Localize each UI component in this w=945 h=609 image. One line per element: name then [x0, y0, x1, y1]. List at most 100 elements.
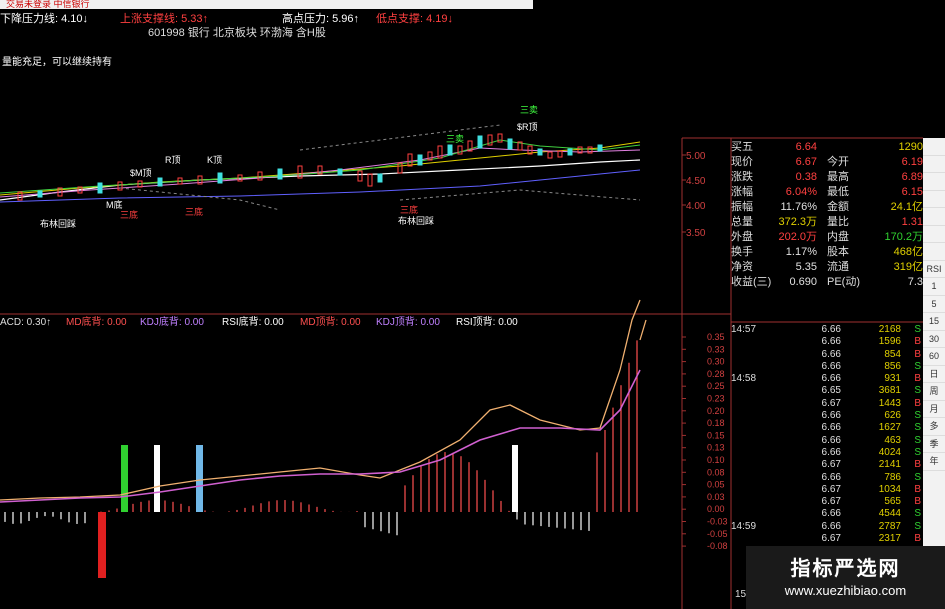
tick-p: 6.66: [821, 434, 841, 446]
sub-y-tick: 0.35: [707, 332, 725, 342]
quote-k2: [817, 140, 867, 155]
tick-s: S: [914, 434, 921, 446]
candle: [557, 150, 563, 158]
tick-t: 14:59: [731, 520, 757, 532]
quote-v1: 11.76%: [780, 201, 818, 213]
quote-k1: 总量: [731, 216, 753, 228]
chart-annotation: 三卖: [446, 134, 464, 144]
tick-s: B: [914, 459, 921, 471]
sub-y-tick: 0.05: [707, 480, 725, 490]
toolbar-button[interactable]: RSI: [923, 261, 945, 278]
tick-t: [731, 385, 801, 397]
candle: [447, 144, 453, 156]
tick-v: 1034: [878, 483, 901, 495]
toolbar-button[interactable]: [923, 138, 945, 156]
toolbar-button[interactable]: [923, 243, 945, 261]
chart-annotation: 三卖: [520, 105, 538, 115]
toolbar-button[interactable]: 1: [923, 278, 945, 296]
quote-k2: 最高: [827, 171, 849, 183]
toolbar-button[interactable]: 季: [923, 436, 945, 453]
quote-row: 现价 6.67 今开 6.19: [731, 155, 923, 170]
tick-v: 565: [884, 496, 901, 508]
toolbar-button[interactable]: [923, 191, 945, 208]
tick-p: 6.66: [821, 471, 841, 483]
tick-p: 6.66: [821, 324, 841, 335]
tick-row: 6.66 856 S: [731, 361, 923, 373]
tick-row: 6.66 1627 S: [731, 422, 923, 434]
sub-y-tick: 0.08: [707, 467, 725, 477]
watermark: 指标严选网 www.xuezhibiao.com: [746, 546, 945, 609]
quote-k2: 金额: [827, 201, 849, 213]
tick-p: 6.66: [821, 508, 841, 520]
toolbar-button[interactable]: 周: [923, 383, 945, 401]
quote-row: 涨幅 6.04% 最低 6.15: [731, 185, 923, 200]
trend-line: [299, 124, 501, 151]
indicator-label: MD顶背: 0.00: [300, 315, 361, 328]
toolbar-button[interactable]: [923, 226, 945, 243]
main-y-tick: 4.00: [686, 201, 706, 212]
toolbar-button[interactable]: [923, 173, 945, 191]
toolbar-button[interactable]: 30: [923, 331, 945, 348]
quote-k1: 换手: [731, 246, 753, 258]
quote-v1: 6.67: [795, 156, 817, 168]
tick-t: [731, 410, 801, 422]
sub-y-tick: -0.08: [707, 541, 728, 551]
main-y-tick: 3.50: [686, 228, 706, 239]
right-toolbar[interactable]: RSI 1 5 15 30 60 日周月多季年: [923, 138, 945, 558]
tick-v: 4544: [878, 508, 901, 520]
chart-annotation: 布林回踩: [398, 215, 434, 226]
tick-p: 6.66: [821, 422, 841, 434]
toolbar-button[interactable]: 年: [923, 453, 945, 471]
tick-v: 3681: [878, 385, 901, 397]
tick-s: S: [914, 385, 921, 397]
quote-v1: 0.38: [795, 171, 817, 183]
tick-t: [731, 447, 801, 459]
tick-p: 6.66: [821, 360, 841, 372]
quote-k2: 股本: [827, 246, 849, 258]
candle: [417, 154, 423, 166]
tick-s: S: [914, 410, 921, 422]
quote-row: 换手 1.17% 股本 468亿: [731, 245, 923, 260]
tick-p: 6.66: [821, 410, 841, 422]
quote-row: 净资 5.35 流通 319亿: [731, 260, 923, 275]
quote-row: 总量 372.3万 量比 1.31: [731, 215, 923, 230]
toolbar-button[interactable]: 5: [923, 296, 945, 313]
candle: [407, 153, 413, 167]
toolbar-button[interactable]: 多: [923, 418, 945, 436]
toolbar-button[interactable]: 日: [923, 366, 945, 383]
tick-t: [731, 533, 801, 545]
signal-bar-green: [121, 445, 128, 512]
quote-k1: 涨跌: [731, 171, 753, 183]
quote-v2: 7.3: [907, 276, 923, 288]
quote-k1: 涨幅: [731, 186, 753, 198]
tick-t: 14:57: [731, 324, 757, 335]
watermark-title: 指标严选网: [790, 558, 901, 580]
quote-k1: 收益(三): [731, 276, 772, 288]
tick-p: 6.67: [821, 483, 841, 495]
tick-s: S: [914, 520, 921, 532]
candle: [357, 170, 363, 182]
tick-t: [731, 484, 801, 496]
tick-p: 6.67: [821, 533, 841, 545]
tick-v: 786: [884, 471, 901, 483]
sub-y-tick: 0.23: [707, 394, 725, 404]
toolbar-button[interactable]: 月: [923, 401, 945, 418]
toolbar-button[interactable]: 15: [923, 313, 945, 331]
indicator-label: MD底背: 0.00: [66, 315, 127, 328]
tick-v: 856: [884, 360, 901, 372]
tick-row: 6.67 2141 B: [731, 459, 923, 471]
candle: [367, 173, 373, 187]
sub-y-tick: 0.25: [707, 381, 725, 391]
toolbar-button[interactable]: [923, 208, 945, 226]
tick-p: 6.65: [821, 385, 841, 397]
candle: [547, 151, 553, 159]
candle: [157, 177, 163, 187]
candle: [477, 135, 483, 149]
tick-t: [731, 508, 801, 520]
tick-row: 6.67 565 B: [731, 496, 923, 508]
candle: [217, 172, 223, 184]
tick-s: S: [914, 360, 921, 372]
dea-line: [0, 369, 641, 503]
toolbar-button[interactable]: 60: [923, 348, 945, 366]
toolbar-button[interactable]: [923, 156, 945, 173]
